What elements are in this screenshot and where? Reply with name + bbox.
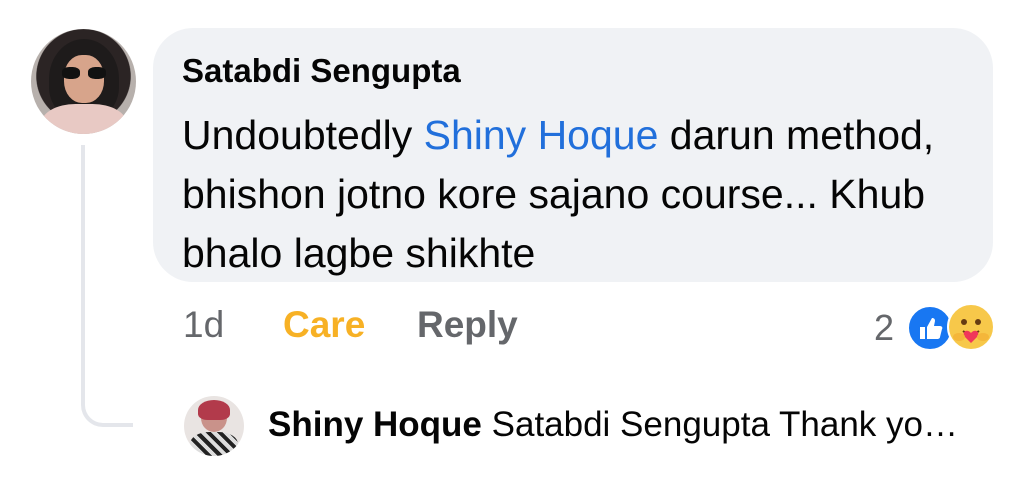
thread-connector-line (81, 145, 133, 427)
reply-author[interactable]: Shiny Hoque (268, 405, 482, 444)
reply-avatar[interactable] (184, 396, 244, 456)
comment-text: Undoubtedly Shiny Hoque darun method, bh… (182, 106, 972, 283)
care-icon (947, 303, 995, 351)
reaction-count: 2 (874, 307, 895, 348)
reply-preview[interactable]: Shiny Hoque Satabdi Sengupta Thank yo… (268, 405, 998, 445)
comment-author[interactable]: Satabdi Sengupta (182, 52, 461, 90)
avatar[interactable] (31, 29, 136, 134)
reply-text: Satabdi Sengupta Thank yo… (481, 405, 958, 444)
comment-timestamp[interactable]: 1d (183, 304, 224, 346)
care-button[interactable]: Care (283, 304, 365, 346)
comment-text-before: Undoubtedly (182, 112, 424, 158)
mention-link[interactable]: Shiny Hoque (424, 112, 659, 158)
reply-button[interactable]: Reply (417, 304, 518, 346)
